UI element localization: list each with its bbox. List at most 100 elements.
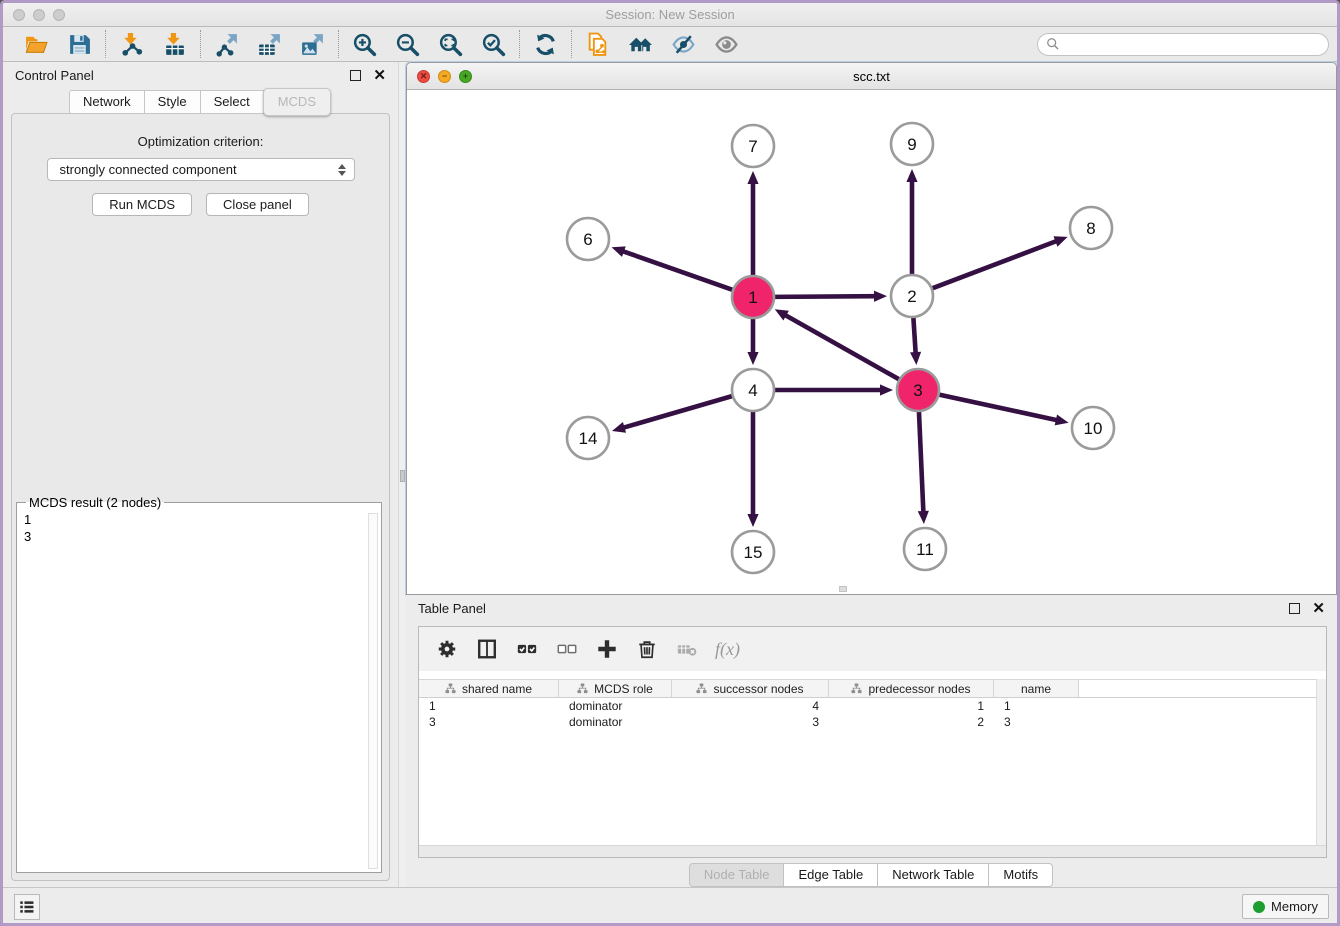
duplicate-network-icon[interactable] xyxy=(584,31,611,58)
zoom-fit-icon[interactable] xyxy=(437,31,464,58)
graph-arrowhead-2-8 xyxy=(1053,236,1067,246)
apply-layout-icon[interactable] xyxy=(627,31,654,58)
column-header-label: MCDS role xyxy=(594,682,653,696)
table-row-2[interactable]: 3dominator323 xyxy=(419,714,1316,730)
table-panel-header: Table Panel ✕ xyxy=(406,595,1337,621)
import-table-icon[interactable] xyxy=(161,31,188,58)
graph-arrowhead-4-14 xyxy=(612,422,626,433)
float-panel-icon[interactable] xyxy=(350,70,361,81)
result-scrollbar[interactable] xyxy=(368,513,378,869)
export-image-icon[interactable] xyxy=(299,31,326,58)
mcds-result-list: 13 xyxy=(24,511,377,545)
graph-arrowhead-1-4 xyxy=(747,352,758,365)
graph-node-label-3: 3 xyxy=(913,381,922,400)
import-network-icon[interactable] xyxy=(118,31,145,58)
network-graph[interactable]: 7968124314101511 xyxy=(407,90,1336,594)
graph-node-label-9: 9 xyxy=(907,135,916,154)
export-network-icon[interactable] xyxy=(213,31,240,58)
network-canvas[interactable]: 7968124314101511 xyxy=(407,90,1336,594)
tab-node-table[interactable]: Node Table xyxy=(689,863,785,887)
table-cell[interactable]: 2 xyxy=(829,714,994,730)
table-cell[interactable]: 1 xyxy=(829,698,994,714)
graph-edge-3-1[interactable] xyxy=(784,315,899,380)
add-column-icon[interactable] xyxy=(595,637,619,661)
column-header-successor-nodes[interactable]: successor nodes xyxy=(672,680,829,697)
graph-node-label-1: 1 xyxy=(748,288,757,307)
table-scrollbar[interactable] xyxy=(1316,679,1326,845)
graph-arrowhead-3-11 xyxy=(918,511,929,524)
column-header-label: shared name xyxy=(462,682,532,696)
tab-mcds[interactable]: MCDS xyxy=(263,88,331,116)
panel-splitter[interactable] xyxy=(398,62,406,887)
search-input[interactable] xyxy=(1065,37,1320,51)
zoom-out-icon[interactable] xyxy=(394,31,421,58)
table-cell[interactable]: 1 xyxy=(419,698,559,714)
select-all-icon[interactable] xyxy=(515,637,539,661)
graph-edge-3-11[interactable] xyxy=(919,411,923,513)
delete-table-icon[interactable] xyxy=(675,637,699,661)
table-cell[interactable]: dominator xyxy=(559,698,672,714)
memory-button[interactable]: Memory xyxy=(1242,894,1329,919)
graph-edge-1-2[interactable] xyxy=(774,296,876,297)
select-stepper-icon xyxy=(338,164,346,176)
table-cell[interactable]: dominator xyxy=(559,714,672,730)
delete-columns-icon[interactable] xyxy=(635,637,659,661)
table-cell[interactable]: 1 xyxy=(994,698,1079,714)
node-table: shared name MCDS role successor nodes prede… xyxy=(419,679,1316,845)
graph-edge-2-8[interactable] xyxy=(932,241,1058,289)
graph-arrowhead-1-2 xyxy=(874,291,887,302)
tab-motifs[interactable]: Motifs xyxy=(988,863,1053,887)
control-panel-title: Control Panel xyxy=(15,68,94,83)
toggle-columns-icon[interactable] xyxy=(475,637,499,661)
graph-node-label-10: 10 xyxy=(1084,419,1103,438)
open-session-icon[interactable] xyxy=(23,31,50,58)
zoom-in-icon[interactable] xyxy=(351,31,378,58)
graph-edge-4-14[interactable] xyxy=(623,396,733,428)
save-session-icon[interactable] xyxy=(66,31,93,58)
column-header-label: predecessor nodes xyxy=(868,682,970,696)
graph-edge-2-3[interactable] xyxy=(913,317,915,354)
control-panel-tabs: NetworkStyleSelectMCDS xyxy=(3,88,398,114)
canvas-grip[interactable] xyxy=(839,586,847,592)
tab-select[interactable]: Select xyxy=(200,90,264,114)
graph-node-label-2: 2 xyxy=(907,287,916,306)
export-table-icon[interactable] xyxy=(256,31,283,58)
task-history-button[interactable] xyxy=(14,894,40,920)
function-builder-icon[interactable]: f(x) xyxy=(715,639,740,660)
control-panel-header: Control Panel ✕ xyxy=(3,62,398,88)
column-header-label: successor nodes xyxy=(713,682,803,696)
graph-arrowhead-3-10 xyxy=(1055,414,1069,425)
show-graphics-details-icon[interactable] xyxy=(713,31,740,58)
table-cell[interactable]: 3 xyxy=(419,714,559,730)
run-mcds-button[interactable]: Run MCDS xyxy=(92,193,192,216)
hide-graphics-details-icon[interactable] xyxy=(670,31,697,58)
optimization-criterion-select[interactable]: strongly connected component xyxy=(47,158,355,181)
table-settings-icon[interactable] xyxy=(435,637,459,661)
float-table-panel-icon[interactable] xyxy=(1289,603,1300,614)
deselect-all-icon[interactable] xyxy=(555,637,579,661)
table-cell[interactable]: 3 xyxy=(672,714,829,730)
tab-network-table[interactable]: Network Table xyxy=(877,863,989,887)
table-cell[interactable]: 4 xyxy=(672,698,829,714)
close-panel-button[interactable]: Close panel xyxy=(206,193,309,216)
table-cell[interactable]: 3 xyxy=(994,714,1079,730)
graph-arrowhead-2-9 xyxy=(906,169,917,182)
graph-edge-3-10[interactable] xyxy=(939,394,1058,420)
splitter-grip[interactable] xyxy=(400,470,405,482)
tab-network[interactable]: Network xyxy=(69,90,145,114)
column-header-MCDS-role[interactable]: MCDS role xyxy=(559,680,672,697)
close-panel-icon[interactable]: ✕ xyxy=(373,70,386,81)
close-table-panel-icon[interactable]: ✕ xyxy=(1312,603,1325,614)
optimization-criterion-value: strongly connected component xyxy=(60,162,338,177)
graph-edge-1-6[interactable] xyxy=(622,251,733,290)
tab-edge-table[interactable]: Edge Table xyxy=(783,863,878,887)
column-header-shared-name[interactable]: shared name xyxy=(419,680,559,697)
refresh-layout-icon[interactable] xyxy=(532,31,559,58)
tab-style[interactable]: Style xyxy=(144,90,201,114)
table-row-1[interactable]: 1dominator411 xyxy=(419,698,1316,714)
column-header-predecessor-nodes[interactable]: predecessor nodes xyxy=(829,680,994,697)
network-window-titlebar[interactable]: ✕ − + scc.txt xyxy=(407,63,1336,90)
mcds-panel: Optimization criterion: strongly connect… xyxy=(11,113,390,881)
zoom-selected-icon[interactable] xyxy=(480,31,507,58)
column-header-name[interactable]: name xyxy=(994,680,1079,697)
